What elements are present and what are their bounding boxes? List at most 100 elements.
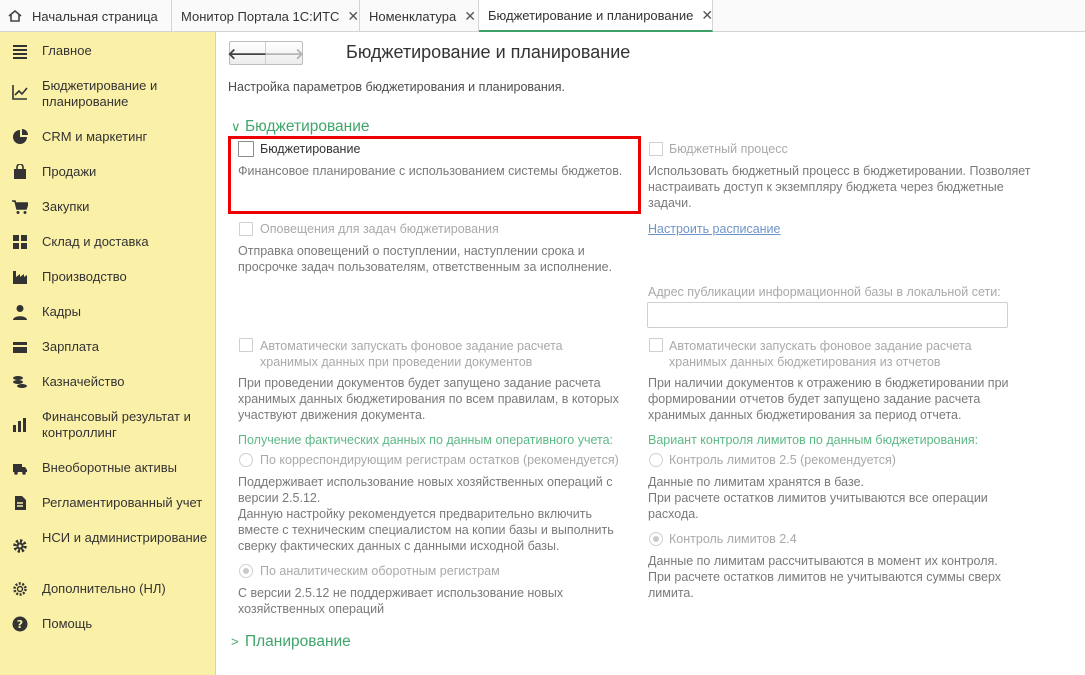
radio-description: При расчете остатков лимитов не учитываю… bbox=[648, 570, 1002, 584]
group-title: Бюджетирование bbox=[245, 118, 370, 135]
sidebar: Главное Бюджетирование и планирование CR… bbox=[0, 32, 216, 675]
sidebar-item-label: Регламентированный учет bbox=[42, 495, 203, 510]
budget-process-description: задачи. bbox=[648, 196, 692, 210]
radio-label: Контроль лимитов 2.5 (рекомендуется) bbox=[669, 453, 896, 467]
auto-calc-documents-description: хранимых данных бюджетирования по всем п… bbox=[238, 392, 619, 406]
tab-label: Бюджетирование и планирование bbox=[488, 7, 694, 23]
tab-label: Монитор Портала 1С:ИТС bbox=[181, 8, 340, 24]
group-planning-header[interactable]: > Планирование bbox=[231, 633, 351, 651]
auto-calc-documents-description: При проведении документов будет запущено… bbox=[238, 376, 601, 390]
radio-label: Контроль лимитов 2.4 bbox=[669, 532, 797, 546]
alerts-description-line: Отправка оповещений о поступлении, насту… bbox=[238, 244, 585, 258]
radio-analytic-registers[interactable] bbox=[239, 564, 253, 578]
person-icon bbox=[13, 305, 27, 320]
sidebar-item-admin[interactable]: НСИ и администрирование bbox=[0, 530, 216, 564]
close-icon[interactable]: ✕ bbox=[464, 8, 476, 25]
wallet-icon bbox=[13, 342, 27, 353]
home-icon bbox=[8, 10, 22, 22]
publication-address-label: Адрес публикации информационной базы в л… bbox=[648, 285, 1001, 299]
radio-description: сверку фактических данных с данными исхо… bbox=[238, 539, 560, 553]
sidebar-item-main[interactable]: Главное bbox=[0, 43, 216, 61]
auto-calc-documents-checkbox[interactable] bbox=[239, 338, 253, 352]
auto-calc-reports-description: формировании отчетов будет запущено зада… bbox=[648, 392, 981, 406]
tab-bar: Начальная страница Монитор Портала 1С:ИТ… bbox=[0, 0, 1085, 32]
sidebar-item-warehouse[interactable]: Склад и доставка bbox=[0, 234, 216, 252]
document-icon bbox=[15, 496, 26, 510]
sidebar-item-production[interactable]: Производство bbox=[0, 269, 216, 287]
budget-process-checkbox[interactable] bbox=[649, 142, 663, 156]
sidebar-item-treasury[interactable]: Казначейство bbox=[0, 374, 216, 392]
coins-icon bbox=[13, 376, 27, 388]
forward-button[interactable]: 🡒 bbox=[264, 42, 304, 64]
publication-address-input[interactable] bbox=[647, 302, 1008, 328]
auto-calc-documents-label: Автоматически запускать фоновое задание … bbox=[260, 339, 563, 353]
auto-calc-documents-label: хранимых данных при проведении документо… bbox=[260, 355, 533, 369]
sidebar-item-label: Финансовый результат и контроллинг bbox=[42, 409, 191, 440]
page-title: Бюджетирование и планирование bbox=[346, 42, 631, 62]
sidebar-item-hr[interactable]: Кадры bbox=[0, 304, 216, 322]
tab-budgeting-planning[interactable]: Бюджетирование и планирование ✕ bbox=[479, 0, 713, 32]
sidebar-item-label: Производство bbox=[42, 269, 127, 284]
sidebar-item-fixed-assets[interactable]: Внеоборотные активы bbox=[0, 460, 216, 478]
auto-calc-reports-description: При наличии документов к отражению в бюд… bbox=[648, 376, 1009, 390]
alerts-description-line: просрочке задач пользователям, ответстве… bbox=[238, 260, 613, 274]
budgeting-label: Бюджетирование bbox=[260, 142, 361, 156]
tab-label: Начальная страница bbox=[32, 8, 158, 24]
sidebar-item-label: Бюджетирование и планирование bbox=[42, 78, 158, 109]
auto-calc-documents-description: участвуют движения документа. bbox=[238, 408, 426, 422]
close-icon[interactable]: ✕ bbox=[701, 7, 713, 24]
sidebar-item-budgeting[interactable]: Бюджетирование и планирование bbox=[0, 78, 216, 112]
close-icon[interactable]: ✕ bbox=[347, 8, 359, 25]
sidebar-item-label: Продажи bbox=[42, 164, 97, 179]
chevron-right-icon: > bbox=[231, 634, 239, 649]
sidebar-item-additional[interactable]: Дополнительно (НЛ) bbox=[0, 581, 216, 599]
svg-text:?: ? bbox=[17, 618, 23, 631]
cart-icon bbox=[12, 200, 28, 214]
chevron-down-icon: ∨ bbox=[231, 119, 241, 134]
group-title: Планирование bbox=[245, 633, 351, 650]
sidebar-item-label: НСИ и администрирование bbox=[42, 530, 208, 545]
sidebar-item-financial-result[interactable]: Финансовый результат и контроллинг bbox=[0, 409, 216, 443]
sidebar-item-purchases[interactable]: Закупки bbox=[0, 199, 216, 217]
sidebar-item-label: Зарплата bbox=[42, 339, 99, 354]
radio-description: Данную настройку рекомендуется предварит… bbox=[238, 507, 593, 521]
configure-schedule-link[interactable]: Настроить расписание bbox=[648, 221, 781, 237]
radio-description: лимита. bbox=[648, 586, 694, 600]
group-budgeting-header[interactable]: ∨ Бюджетирование bbox=[231, 118, 370, 136]
sidebar-item-label: Помощь bbox=[42, 616, 93, 631]
radio-description: вместе с техническим специалистом на коп… bbox=[238, 523, 614, 537]
sidebar-item-crm[interactable]: CRM и маркетинг bbox=[0, 129, 216, 147]
back-button[interactable]: 🡐 bbox=[227, 42, 268, 64]
gear-icon bbox=[13, 539, 27, 553]
budgeting-checkbox[interactable] bbox=[238, 141, 254, 157]
budget-process-description: настраивать доступ к экземпляру бюджета … bbox=[648, 180, 1004, 194]
auto-calc-reports-checkbox[interactable] bbox=[649, 338, 663, 352]
radio-limits-2-5[interactable] bbox=[649, 453, 663, 467]
sidebar-item-help[interactable]: ? Помощь bbox=[0, 616, 216, 634]
sidebar-item-label: Главное bbox=[42, 43, 92, 58]
limits-header: Вариант контроля лимитов по данным бюдже… bbox=[648, 433, 979, 447]
main-content: 🡐 🡒 Бюджетирование и планирование Настро… bbox=[217, 32, 1085, 675]
radio-correspondent-registers[interactable] bbox=[239, 453, 253, 467]
budget-chart-icon bbox=[12, 85, 28, 100]
tab-home[interactable]: Начальная страница bbox=[0, 0, 172, 32]
alerts-checkbox[interactable] bbox=[239, 222, 253, 236]
sidebar-item-salary[interactable]: Зарплата bbox=[0, 339, 216, 357]
budgeting-description: Финансовое планирование с использованием… bbox=[238, 164, 623, 178]
fact-data-header: Получение фактических данных по данным о… bbox=[238, 433, 613, 447]
tab-portal-monitor[interactable]: Монитор Портала 1С:ИТС ✕ bbox=[172, 0, 360, 32]
radio-description: хозяйственных операций bbox=[238, 602, 385, 616]
help-icon: ? bbox=[12, 616, 28, 632]
tab-nomenclature[interactable]: Номенклатура ✕ bbox=[360, 0, 479, 32]
history-nav: 🡐 🡒 bbox=[227, 41, 304, 65]
warehouse-grid-icon bbox=[13, 235, 27, 249]
budget-process-label: Бюджетный процесс bbox=[669, 142, 788, 156]
radio-description: версии 2.5.12. bbox=[238, 491, 321, 505]
radio-limits-2-4[interactable] bbox=[649, 532, 663, 546]
pie-chart-icon bbox=[13, 129, 28, 144]
auto-calc-reports-label: Автоматически запускать фоновое задание … bbox=[669, 339, 972, 353]
radio-description: При расчете остатков лимитов учитываются… bbox=[648, 491, 988, 505]
radio-description: Данные по лимитам хранятся в базе. bbox=[648, 475, 864, 489]
sidebar-item-regulated-accounting[interactable]: Регламентированный учет bbox=[0, 495, 216, 513]
sidebar-item-sales[interactable]: Продажи bbox=[0, 164, 216, 182]
